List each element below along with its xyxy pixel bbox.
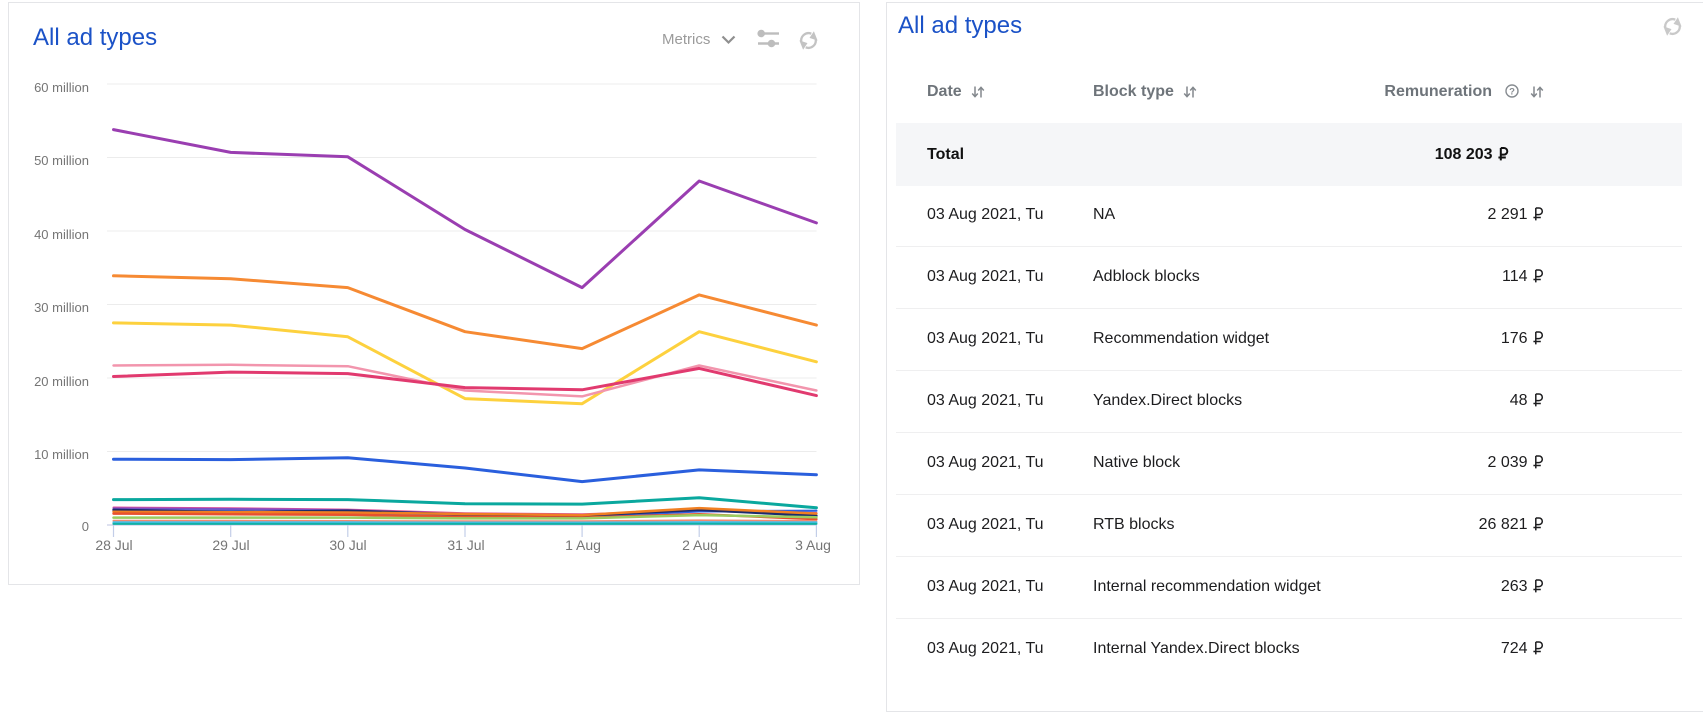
svg-text:?: ? (1509, 87, 1515, 98)
